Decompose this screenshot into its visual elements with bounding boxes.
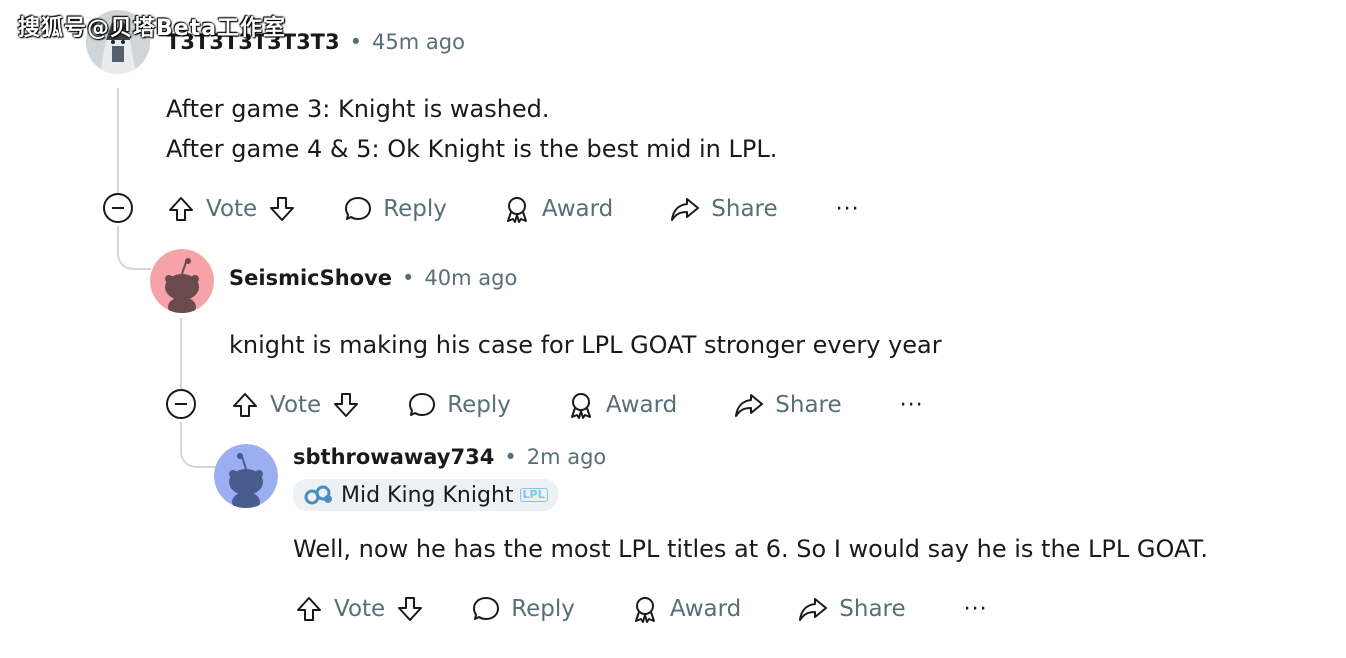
- share-arrow-icon: [735, 394, 764, 417]
- avatar[interactable]: [214, 444, 278, 508]
- reply-label: Reply: [447, 392, 511, 418]
- share-button[interactable]: Share: [797, 594, 906, 624]
- share-button[interactable]: Share: [669, 194, 778, 224]
- award-label: Award: [541, 196, 614, 222]
- timestamp[interactable]: 45m ago: [372, 30, 465, 54]
- comment-line: After game 3: Knight is washed.: [166, 95, 550, 123]
- thread-line-1: [117, 88, 119, 193]
- comment-line: knight is making his case for LPL GOAT s…: [229, 331, 942, 359]
- downvote-arrow-icon[interactable]: [395, 594, 425, 624]
- award-icon: [634, 597, 655, 623]
- comment-header: sbthrowaway734 • 2m ago: [293, 445, 606, 469]
- award-button[interactable]: Award: [502, 194, 613, 224]
- more-options-button[interactable]: ···: [900, 393, 924, 418]
- username[interactable]: SeismicShove: [229, 266, 392, 290]
- comment-header: SeismicShove • 40m ago: [229, 266, 517, 290]
- avatar[interactable]: [150, 249, 214, 313]
- comment-line: After game 4 & 5: Ok Knight is the best …: [166, 135, 778, 163]
- award-button[interactable]: Award: [566, 390, 677, 420]
- collapse-thread-button[interactable]: [103, 193, 133, 223]
- chat-bubble-icon: [409, 393, 436, 416]
- separator-dot: •: [402, 266, 415, 290]
- comment-actions: Vote Reply Award Share ···: [230, 386, 924, 424]
- award-label: Award: [669, 596, 742, 622]
- more-options-button[interactable]: ···: [836, 197, 860, 222]
- more-options-button[interactable]: ···: [964, 597, 988, 622]
- vote-label: Vote: [206, 196, 258, 222]
- upvote-arrow-icon[interactable]: [166, 194, 196, 224]
- vote-control: Vote: [294, 594, 425, 624]
- award-icon: [506, 197, 527, 223]
- vote-label: Vote: [334, 596, 386, 622]
- separator-dot: •: [504, 445, 517, 469]
- comment-actions: Vote Reply Award Share ···: [166, 190, 860, 228]
- timestamp[interactable]: 40m ago: [424, 266, 517, 290]
- share-arrow-icon: [671, 198, 700, 221]
- collapse-thread-button[interactable]: [166, 389, 196, 419]
- upvote-arrow-icon[interactable]: [294, 594, 324, 624]
- upvote-arrow-icon[interactable]: [230, 390, 260, 420]
- reply-button[interactable]: Reply: [471, 594, 575, 624]
- timestamp[interactable]: 2m ago: [527, 445, 607, 469]
- username[interactable]: sbthrowaway734: [293, 445, 494, 469]
- award-icon: [570, 393, 591, 419]
- share-button[interactable]: Share: [733, 390, 842, 420]
- minus-icon: [175, 403, 187, 405]
- chat-bubble-icon: [473, 597, 500, 620]
- thread-curve-1: [117, 226, 151, 270]
- comment-line: Well, now he has the most LPL titles at …: [293, 535, 1208, 563]
- reply-button[interactable]: Reply: [343, 194, 447, 224]
- separator-dot: •: [349, 30, 363, 54]
- vote-label: Vote: [270, 392, 322, 418]
- award-button[interactable]: Award: [630, 594, 741, 624]
- flair-text: Mid King Knight: [341, 482, 514, 508]
- vote-control: Vote: [230, 390, 361, 420]
- share-label: Share: [775, 392, 842, 418]
- watermark-text: 搜狐号@贝塔Beta工作室: [18, 16, 287, 41]
- downvote-arrow-icon[interactable]: [331, 390, 361, 420]
- share-arrow-icon: [799, 598, 828, 621]
- downvote-arrow-icon[interactable]: [267, 194, 297, 224]
- reply-label: Reply: [511, 596, 575, 622]
- minus-icon: [112, 207, 124, 209]
- vote-control: Vote: [166, 194, 297, 224]
- reply-button[interactable]: Reply: [407, 390, 511, 420]
- lpl-badge: LPL: [519, 488, 548, 502]
- reply-label: Reply: [383, 196, 447, 222]
- thread-line-2: [180, 318, 182, 390]
- cloud9-logo-icon: [304, 485, 332, 505]
- award-label: Award: [605, 392, 678, 418]
- chat-bubble-icon: [345, 197, 372, 220]
- share-label: Share: [839, 596, 906, 622]
- comment-actions: Vote Reply Award Share ···: [294, 590, 988, 628]
- share-label: Share: [711, 196, 778, 222]
- thread-curve-2: [180, 422, 216, 468]
- user-flair: Mid King Knight LPL: [293, 479, 558, 511]
